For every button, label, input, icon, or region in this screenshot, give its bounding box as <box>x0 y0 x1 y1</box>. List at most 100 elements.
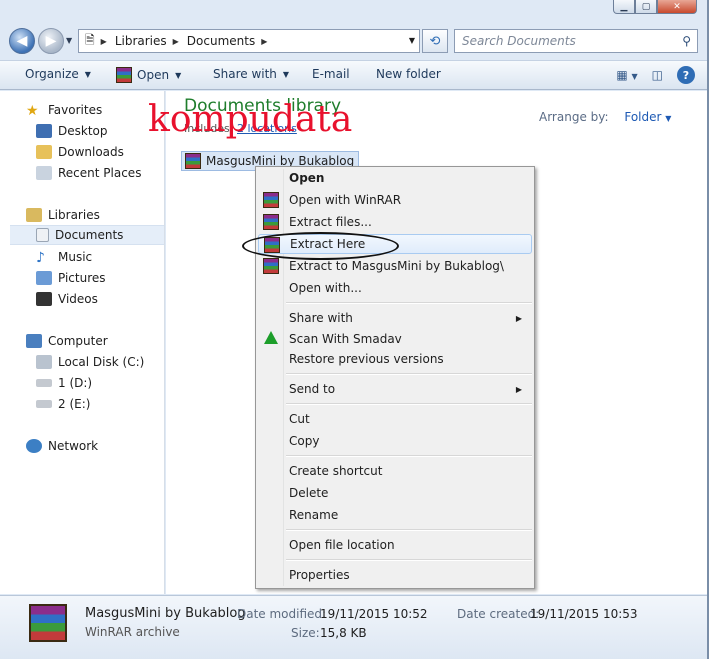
menu-rename-label: Rename <box>289 508 339 522</box>
details-pane: MasgusMini by Bukablog WinRAR archive Da… <box>0 595 707 659</box>
videos-icon <box>36 292 52 306</box>
watermark-text: kompudata <box>148 99 353 140</box>
menu-separator <box>286 373 532 375</box>
folder-icon: 🗎 <box>85 32 95 47</box>
menu-properties[interactable]: Properties <box>258 565 532 585</box>
nav-pictures-label: Pictures <box>58 271 106 285</box>
new-folder-button[interactable]: New folder <box>376 67 441 81</box>
share-with-button[interactable]: Share with ▼ <box>213 67 289 81</box>
pictures-icon <box>36 271 52 285</box>
date-created-value: 19/11/2015 10:53 <box>530 607 638 621</box>
menu-create-shortcut[interactable]: Create shortcut <box>258 461 532 481</box>
address-row: ◀ ▶ ▼ 🗎 ▶ Libraries ▶ Documents ▶ ▼ ⟲ Se… <box>0 24 707 58</box>
arrange-by-dropdown[interactable]: Folder ▼ <box>624 110 671 124</box>
menu-cut[interactable]: Cut <box>258 409 532 429</box>
arrange-by-label: Arrange by: <box>539 110 609 124</box>
back-button[interactable]: ◀ <box>9 28 35 54</box>
menu-restore-versions[interactable]: Restore previous versions <box>258 349 532 369</box>
organize-button[interactable]: Organize ▼ <box>25 67 91 81</box>
menu-copy[interactable]: Copy <box>258 431 532 451</box>
nav-documents-label: Documents <box>55 228 124 242</box>
breadcrumb-documents[interactable]: Documents <box>187 34 255 48</box>
share-with-label: Share with <box>213 67 277 81</box>
address-bar[interactable]: 🗎 ▶ Libraries ▶ Documents ▶ ▼ <box>78 29 420 53</box>
chevron-down-icon: ▼ <box>84 69 91 79</box>
menu-open[interactable]: Open <box>258 168 532 188</box>
search-placeholder: Search Documents <box>462 34 576 48</box>
search-input[interactable]: Search Documents ⚲ <box>454 29 698 53</box>
chevron-right-icon[interactable]: ▶ <box>261 37 267 46</box>
computer-icon <box>26 334 42 348</box>
winrar-icon <box>263 192 279 208</box>
help-icon[interactable]: ? <box>677 66 695 84</box>
search-icon[interactable]: ⚲ <box>682 34 691 48</box>
chevron-right-icon[interactable]: ▶ <box>173 37 179 46</box>
menu-open-file-location[interactable]: Open file location <box>258 535 532 555</box>
maximize-button[interactable]: ▢ <box>635 0 657 14</box>
chevron-right-icon[interactable]: ▶ <box>101 37 107 46</box>
preview-pane-icon[interactable]: ◫ <box>652 68 663 82</box>
organize-label: Organize <box>25 67 79 81</box>
details-file-name: MasgusMini by Bukablog <box>85 606 246 621</box>
menu-extract-to-label: Extract to MasgusMini by Bukablog\ <box>289 259 504 273</box>
menu-open-with-label: Open with... <box>289 281 362 295</box>
network-icon <box>26 439 42 453</box>
menu-open-with-winrar-label: Open with WinRAR <box>289 193 402 207</box>
minimize-button[interactable]: ▁ <box>613 0 635 14</box>
winrar-icon <box>116 67 132 83</box>
menu-open-file-location-label: Open file location <box>289 538 395 552</box>
new-folder-label: New folder <box>376 67 441 81</box>
menu-open-label: Open <box>289 171 325 185</box>
arrange-by-value: Folder <box>624 110 662 124</box>
star-icon: ★ <box>26 103 39 119</box>
chevron-down-icon: ▼ <box>175 70 182 80</box>
menu-rename[interactable]: Rename <box>258 505 532 525</box>
size-label: Size: <box>291 626 320 640</box>
address-dropdown-icon[interactable]: ▼ <box>409 36 415 45</box>
explorer-window: ▁ ▢ ✕ ◀ ▶ ▼ 🗎 ▶ Libraries ▶ Documents ▶ … <box>0 0 709 659</box>
menu-separator <box>286 403 532 405</box>
date-modified-value: 19/11/2015 10:52 <box>320 607 428 621</box>
recent-pages-dropdown[interactable]: ▼ <box>66 36 72 45</box>
nav-drive-e-label: 2 (E:) <box>58 397 91 411</box>
smadav-icon <box>264 331 278 344</box>
submenu-arrow-icon: ▶ <box>515 384 522 394</box>
nav-computer-label: Computer <box>48 334 108 348</box>
menu-send-to-label: Send to <box>289 382 336 396</box>
menu-scan-smadav-label: Scan With Smadav <box>289 332 402 346</box>
drive-icon <box>36 379 52 387</box>
nav-documents[interactable]: Documents <box>10 225 164 245</box>
nav-libraries-label: Libraries <box>48 208 100 222</box>
menu-extract-files[interactable]: Extract files... <box>258 212 532 232</box>
forward-button[interactable]: ▶ <box>38 28 64 54</box>
winrar-icon <box>263 214 279 230</box>
date-created-label: Date created: <box>457 607 540 621</box>
menu-send-to[interactable]: Send to ▶ <box>258 379 532 399</box>
menu-open-with[interactable]: Open with... <box>258 278 532 298</box>
menu-open-with-winrar[interactable]: Open with WinRAR <box>258 190 532 210</box>
menu-properties-label: Properties <box>289 568 350 582</box>
menu-delete[interactable]: Delete <box>258 483 532 503</box>
email-button[interactable]: E-mail <box>312 67 350 81</box>
window-controls: ▁ ▢ ✕ <box>613 0 697 14</box>
menu-extract-files-label: Extract files... <box>289 215 372 229</box>
refresh-button[interactable]: ⟲ <box>422 29 448 53</box>
menu-delete-label: Delete <box>289 486 329 500</box>
desktop-icon <box>36 124 52 138</box>
change-view-icon[interactable]: ▦ ▼ <box>616 68 637 82</box>
breadcrumb-libraries[interactable]: Libraries <box>115 34 167 48</box>
libraries-icon <box>26 208 42 222</box>
nav-local-disk-label: Local Disk (C:) <box>58 355 145 369</box>
nav-downloads-label: Downloads <box>58 145 124 159</box>
menu-copy-label: Copy <box>289 434 320 448</box>
winrar-archive-icon <box>29 604 67 642</box>
highlight-ellipse <box>242 232 399 260</box>
open-button[interactable]: Open ▼ <box>116 67 181 83</box>
open-label: Open <box>137 68 170 82</box>
menu-scan-smadav[interactable]: Scan With Smadav <box>258 329 532 349</box>
close-button[interactable]: ✕ <box>657 0 697 14</box>
menu-share-with[interactable]: Share with ▶ <box>258 308 532 328</box>
date-modified-label: Date modified: <box>237 607 327 621</box>
music-icon: ♪ <box>36 250 45 266</box>
chevron-down-icon: ▼ <box>665 114 672 123</box>
